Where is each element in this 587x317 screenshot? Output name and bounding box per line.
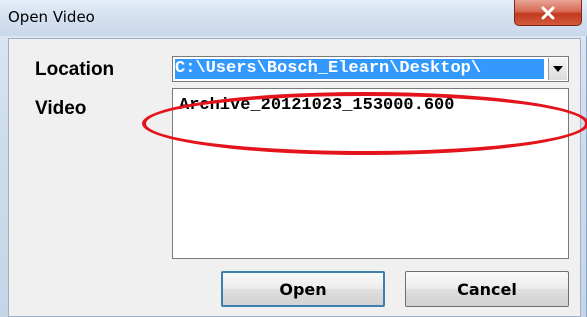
close-icon [541, 6, 555, 19]
cancel-button[interactable]: Cancel [405, 271, 569, 307]
location-label: Location [35, 59, 115, 80]
chevron-down-icon [553, 66, 563, 72]
close-button[interactable] [514, 0, 582, 26]
location-value[interactable]: C:\Users\Bosch_Elearn\Desktop\ [175, 59, 544, 79]
open-button[interactable]: Open [221, 271, 385, 307]
video-label: Video [35, 98, 87, 119]
open-video-dialog: Open Video Location C:\Users\Bosch_Elear… [0, 0, 587, 317]
highlight-annotation [142, 92, 587, 155]
title-bar[interactable]: Open Video [0, 0, 587, 36]
location-dropdown[interactable]: C:\Users\Bosch_Elearn\Desktop\ [172, 56, 569, 82]
window-title: Open Video [8, 8, 95, 26]
dialog-body: Location C:\Users\Bosch_Elearn\Desktop\ … [8, 38, 587, 317]
dropdown-button[interactable] [548, 58, 567, 80]
